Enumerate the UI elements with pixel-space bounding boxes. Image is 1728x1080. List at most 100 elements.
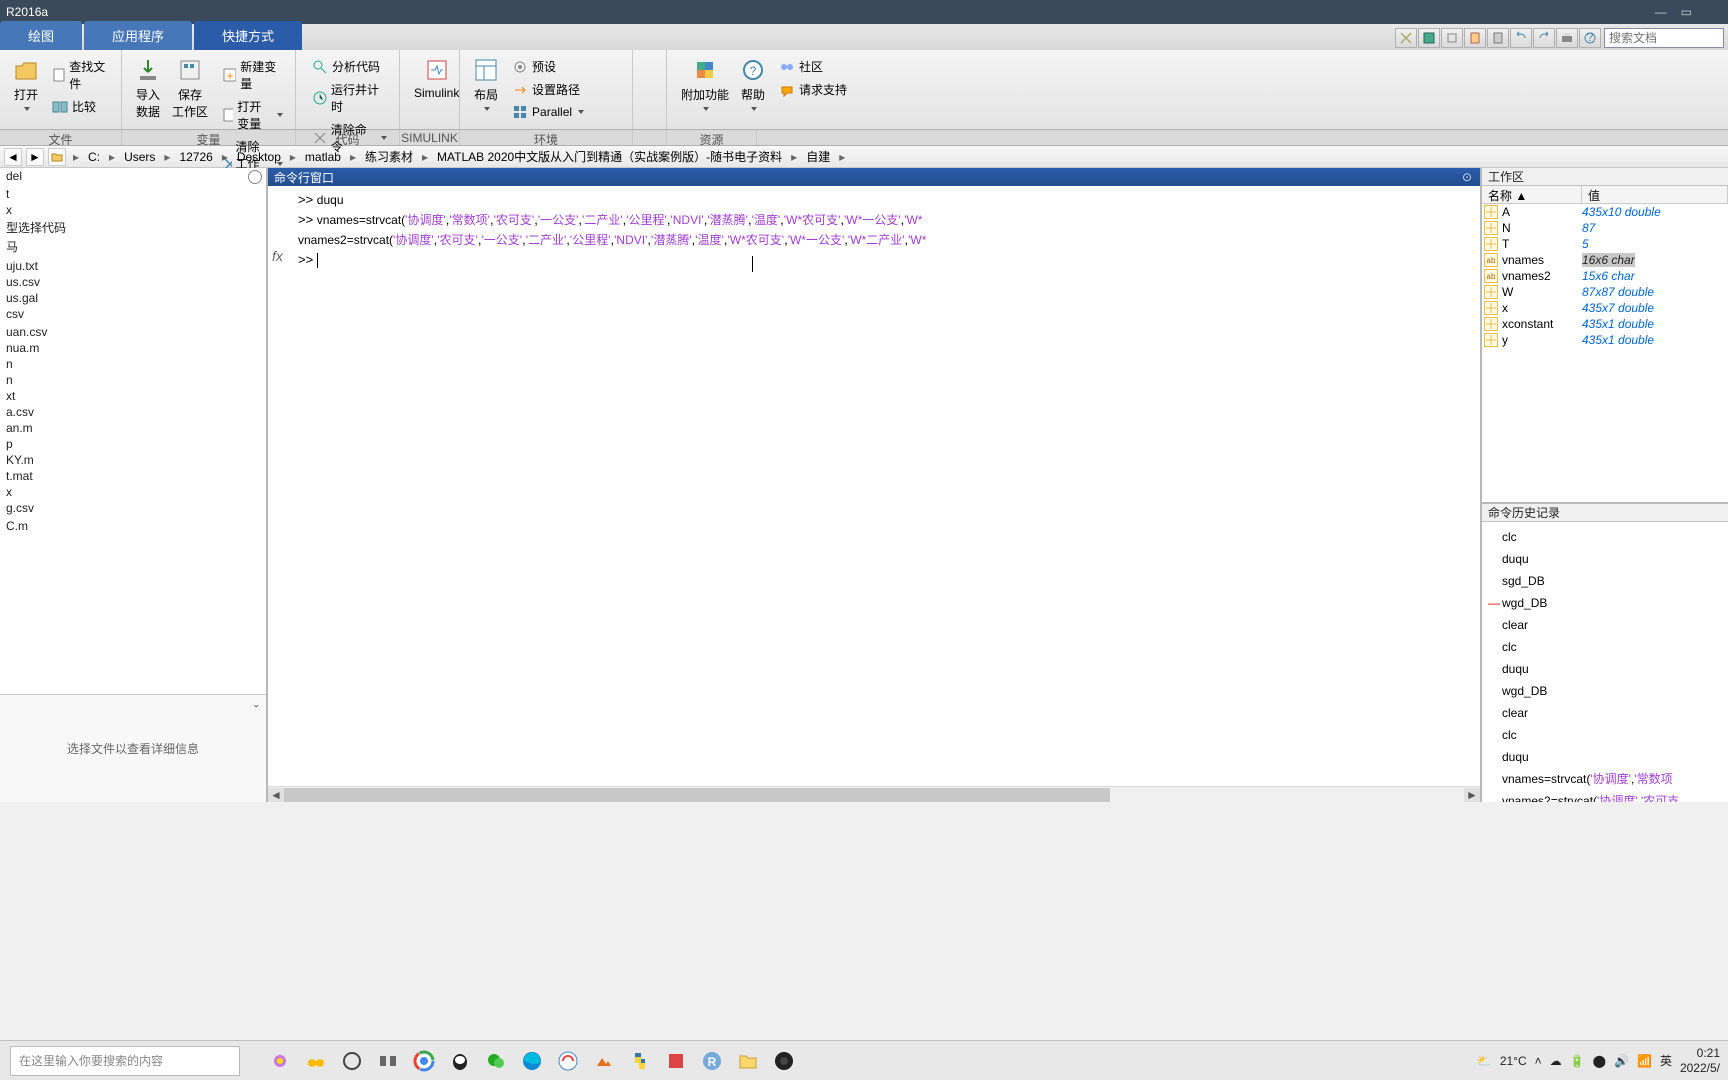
runtime-button[interactable]: 运行并计时 [308,79,391,117]
copy-icon[interactable] [1441,28,1463,48]
file-item[interactable]: 型选择代码 [0,218,266,237]
file-item[interactable]: nua.m [0,340,266,356]
col-name[interactable]: 名称 ▲ [1482,186,1582,203]
addons-button[interactable]: 附加功能 [675,56,735,113]
history-item[interactable]: clear [1486,614,1724,636]
chevron-up-icon[interactable]: ˄ [1535,1054,1542,1068]
print-icon[interactable] [1556,28,1578,48]
history-item[interactable]: clc [1486,724,1724,746]
tab-shortcuts[interactable]: 快捷方式 [194,21,302,50]
butterfly-icon[interactable] [302,1047,330,1075]
workspace-var-row[interactable]: abvnames16x6 char [1482,252,1728,268]
obs-icon[interactable] [770,1047,798,1075]
file-item[interactable]: x [0,202,266,218]
file-item[interactable]: us.gal [0,290,266,306]
file-item[interactable]: csv [0,306,266,322]
parallel-button[interactable]: Parallel [508,102,588,122]
explorer-icon[interactable] [734,1047,762,1075]
prefs-button[interactable]: 预设 [508,56,588,77]
app-icon-1[interactable] [554,1047,582,1075]
history-item[interactable]: sgd_DB [1486,570,1724,592]
history-item[interactable]: duqu [1486,746,1724,768]
breadcrumb-segment[interactable]: 自建 [802,146,834,167]
file-item[interactable]: uan.csv [0,324,266,340]
save-icon[interactable] [1418,28,1440,48]
workspace-var-row[interactable]: N87 [1482,220,1728,236]
help-icon[interactable]: ? [1579,28,1601,48]
file-item[interactable]: n [0,356,266,372]
analyze-button[interactable]: 分析代码 [308,56,391,77]
open-var-button[interactable]: 打开变量 [218,96,287,134]
simulink-button[interactable]: Simulink [408,56,465,102]
tray-app-icon[interactable]: ⬤ [1593,1054,1606,1068]
battery-icon[interactable]: 🔋 [1570,1054,1585,1068]
fx-icon[interactable]: fx [272,248,283,264]
scroll-right-button[interactable]: ► [1464,788,1480,802]
tab-plot[interactable]: 绘图 [0,21,82,50]
breadcrumb-segment[interactable]: MATLAB 2020中文版从入门到精通（实战案例版）-随书电子资料 [433,146,786,167]
history-item[interactable]: clc [1486,636,1724,658]
chevron-up-icon[interactable]: ⌃ [252,697,260,708]
col-value[interactable]: 值 [1582,186,1728,203]
file-item[interactable]: del [0,168,266,184]
history-item[interactable]: vnames2=strvcat('协调度','农可支 [1486,790,1724,802]
file-item[interactable]: an.m [0,420,266,436]
history-body[interactable]: clcduqusgd_DBwgd_DBclearclcduquwgd_DBcle… [1482,522,1728,802]
matlab-icon[interactable] [590,1047,618,1075]
save-workspace-button[interactable]: 保存 工作区 [166,56,214,122]
file-item[interactable]: a.csv [0,404,266,420]
history-item[interactable]: wgd_DB [1486,592,1724,614]
scroll-thumb[interactable] [284,788,1110,802]
qq-icon[interactable] [446,1047,474,1075]
breadcrumb-segment[interactable]: 练习素材 [361,146,417,167]
scroll-left-button[interactable]: ◄ [268,788,284,802]
pane-dropdown-button[interactable]: ⊙ [1460,170,1474,184]
workspace-var-row[interactable]: T5 [1482,236,1728,252]
weather-icon[interactable]: ⛅ [1477,1054,1492,1068]
python-icon[interactable] [626,1047,654,1075]
breadcrumb-segment[interactable]: C: [84,148,104,166]
setpath-button[interactable]: 设置路径 [508,79,588,100]
help-button[interactable]: ? 帮助 [735,56,771,113]
file-item[interactable]: n [0,372,266,388]
history-item[interactable]: duqu [1486,658,1724,680]
wifi-icon[interactable]: 📶 [1637,1054,1652,1068]
layout-button[interactable]: 布局 [468,56,504,113]
cloud-icon[interactable]: ☁ [1550,1054,1562,1068]
file-item[interactable]: x [0,484,266,500]
file-item[interactable]: uju.txt [0,258,266,274]
compare-button[interactable]: 比较 [48,96,113,117]
wechat-icon[interactable] [482,1047,510,1075]
breadcrumb-segment[interactable]: Users [120,148,159,166]
file-list[interactable]: deltx型选择代码马uju.txtus.csvus.galcsvuan.csv… [0,168,266,694]
community-button[interactable]: 社区 [775,56,851,77]
taskview-icon[interactable] [374,1047,402,1075]
search-docs-input[interactable] [1604,28,1724,48]
open-button[interactable]: 打开 [8,56,44,113]
clipboard-icon[interactable] [1487,28,1509,48]
breadcrumb-segment[interactable]: Desktop [233,148,285,166]
cortana-icon[interactable] [338,1047,366,1075]
file-item[interactable]: t.mat [0,468,266,484]
breadcrumb-segment[interactable]: matlab [301,148,345,166]
file-item[interactable]: 马 [0,237,266,256]
history-item[interactable]: clc [1486,526,1724,548]
scroll-track[interactable] [284,788,1464,802]
command-window-body[interactable]: fx >> duqu>> vnames=strvcat('协调度','常数项',… [268,186,1480,786]
flower-icon[interactable] [266,1047,294,1075]
file-item[interactable]: t [0,186,266,202]
breadcrumb-segment[interactable]: 12726 [175,148,216,166]
workspace-var-row[interactable]: y435x1 double [1482,332,1728,348]
workspace-var-row[interactable]: xconstant435x1 double [1482,316,1728,332]
file-item[interactable]: C.m [0,518,266,534]
paste-icon[interactable] [1464,28,1486,48]
undo-icon[interactable] [1510,28,1532,48]
horizontal-scrollbar[interactable]: ◄ ► [268,786,1480,802]
import-button[interactable]: 导入 数据 [130,56,166,122]
workspace-var-row[interactable]: x435x7 double [1482,300,1728,316]
clock[interactable]: 0:21 2022/5/ [1680,1046,1720,1075]
maximize-button[interactable]: ▭ [1681,5,1692,19]
folder-icon[interactable] [48,148,66,166]
workspace-var-row[interactable]: W87x87 double [1482,284,1728,300]
tab-apps[interactable]: 应用程序 [84,21,192,50]
